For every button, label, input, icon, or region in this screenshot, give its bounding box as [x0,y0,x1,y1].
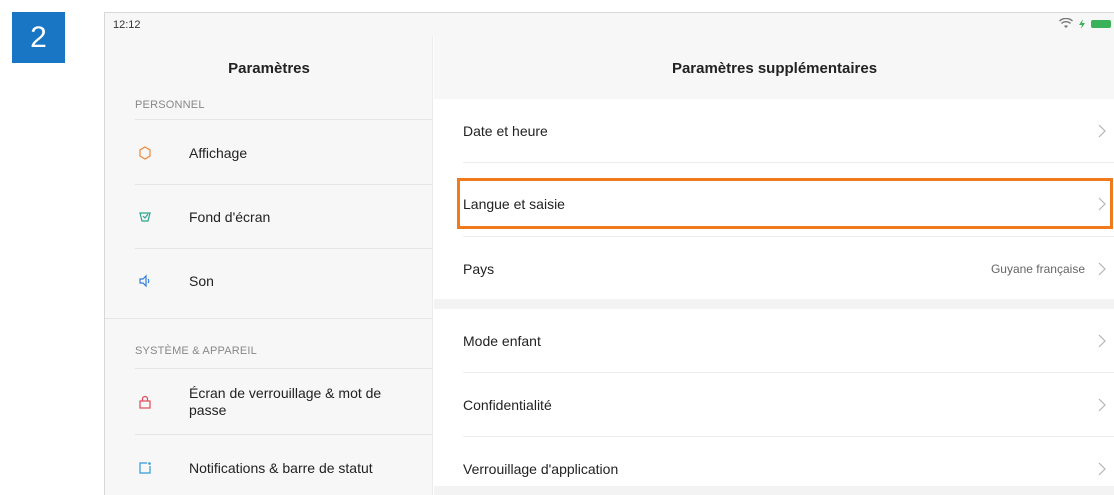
status-bar: 12:12 [105,13,1114,37]
divider [135,119,432,120]
row-label: Confidentialité [463,396,552,413]
sidebar-item-label: Son [189,272,214,289]
section-gap [434,486,1114,495]
charging-icon [1079,18,1085,29]
sidebar-item-affichage[interactable]: Affichage [105,121,433,185]
divider [463,162,1114,163]
divider [135,368,432,369]
row-label: Date et heure [463,122,548,139]
chevron-right-icon [1098,124,1106,137]
battery-icon [1091,19,1111,28]
row-label: Verrouillage d'application [463,460,619,477]
row-confidentialite[interactable]: Confidentialité [434,373,1114,436]
sidebar-item-notifications[interactable]: Notifications & barre de statut [105,436,433,495]
section-label-personnel: PERSONNEL [135,99,205,111]
wifi-icon [1059,18,1073,28]
tablet-screen: 12:12 Paramètres PERSONNEL Affichage Fon… [104,12,1114,495]
sidebar-item-son[interactable]: Son [105,249,433,313]
row-pays[interactable]: Pays Guyane française [434,237,1114,300]
status-time: 12:12 [113,19,141,31]
panel-title: Paramètres supplémentaires [434,37,1114,99]
section-gap [434,299,1114,309]
chevron-right-icon [1098,262,1106,275]
display-icon [137,145,153,161]
sound-icon [137,273,153,289]
highlight-box [457,178,1113,229]
divider [105,318,432,319]
lock-icon [137,394,153,410]
settings-sidebar: Paramètres PERSONNEL Affichage Fond d'éc… [105,37,433,495]
row-label: Mode enfant [463,332,541,349]
sidebar-item-label: Écran de verrouillage & mot de passe [189,385,382,418]
row-label: Pays [463,260,495,277]
section-label-systeme: SYSTÈME & APPAREIL [135,345,257,357]
sidebar-item-label: Notifications & barre de statut [189,459,373,476]
divider [135,434,432,435]
row-value: Guyane française [990,261,1085,276]
sidebar-item-fond-ecran[interactable]: Fond d'écran [105,185,433,249]
sidebar-item-label: Fond d'écran [189,208,271,225]
notifications-icon [137,460,153,476]
row-mode-enfant[interactable]: Mode enfant [434,309,1114,372]
status-icons [1059,18,1111,29]
chevron-right-icon [1098,462,1106,475]
chevron-right-icon [1098,334,1106,347]
chevron-right-icon [1098,398,1106,411]
wallpaper-icon [137,209,153,225]
step-badge: 2 [12,12,65,63]
settings-detail-panel: Paramètres supplémentaires Date et heure… [434,37,1114,495]
sidebar-item-ecran-verrouillage[interactable]: Écran de verrouillage & mot de passe [105,370,433,434]
sidebar-item-label: Affichage [189,144,248,161]
sidebar-title: Paramètres [228,59,310,77]
row-date-heure[interactable]: Date et heure [434,99,1114,162]
